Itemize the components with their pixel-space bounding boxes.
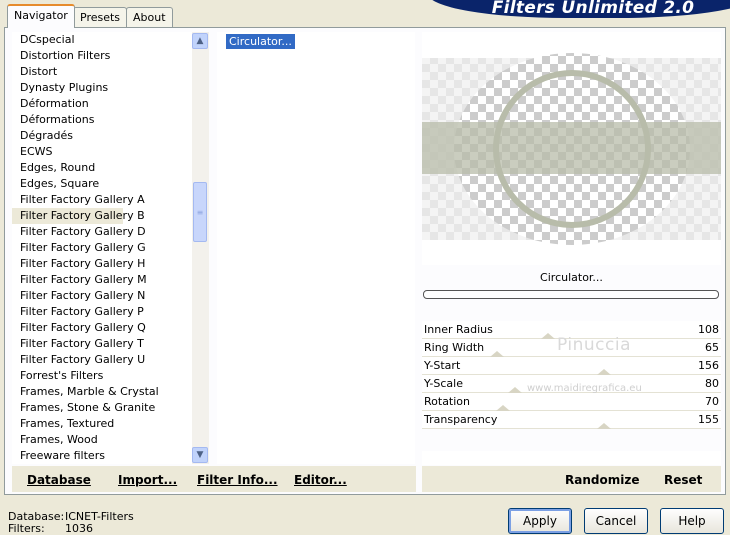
app-title-banner: Filters Unlimited 2.0 bbox=[428, 0, 730, 18]
param-value: 108 bbox=[698, 323, 719, 336]
tab-presets[interactable]: Presets bbox=[73, 7, 128, 27]
status-filters-value: 1036 bbox=[65, 522, 93, 535]
category-item[interactable]: Filter Factory Gallery N bbox=[12, 288, 192, 304]
param-label: Y-Start bbox=[424, 359, 461, 372]
category-item[interactable]: Filter Factory Gallery H bbox=[12, 256, 192, 272]
param-value: 65 bbox=[705, 341, 719, 354]
category-item[interactable]: Edges, Round bbox=[12, 160, 192, 176]
category-item[interactable]: Frames, Wood bbox=[12, 432, 192, 448]
param-label: Inner Radius bbox=[424, 323, 493, 336]
param-label: Transparency bbox=[424, 413, 498, 426]
status-filters: Filters: 1036 bbox=[8, 522, 93, 535]
param-y-start[interactable]: Y-Start 156 bbox=[422, 357, 721, 375]
cancel-button[interactable]: Cancel bbox=[584, 508, 648, 534]
apply-button[interactable]: Apply bbox=[508, 508, 572, 534]
database-button[interactable]: Database bbox=[27, 473, 91, 487]
watermark-url: www.maidiregrafica.eu bbox=[527, 383, 642, 394]
category-item[interactable]: Distortion Filters bbox=[12, 48, 192, 64]
param-value: 70 bbox=[705, 395, 719, 408]
scroll-down-button[interactable]: ▼ bbox=[192, 447, 208, 463]
category-scrollbar[interactable]: ▲ ≡ ▼ bbox=[192, 32, 209, 464]
parameter-spacer bbox=[422, 451, 721, 465]
param-label: Ring Width bbox=[424, 341, 485, 354]
import-button[interactable]: Import... bbox=[118, 473, 177, 487]
randomize-button-row: Randomize Reset bbox=[422, 466, 721, 492]
category-item[interactable]: Filter Factory Gallery U bbox=[12, 352, 192, 368]
param-transparency[interactable]: Transparency 155 bbox=[422, 411, 721, 429]
category-item[interactable]: Filter Factory Gallery M bbox=[12, 272, 192, 288]
category-item[interactable]: Filter Factory Gallery P bbox=[12, 304, 192, 320]
watermark-name: Pinuccia bbox=[557, 335, 631, 355]
category-item[interactable]: Déformation bbox=[12, 96, 192, 112]
category-item[interactable]: Dynasty Plugins bbox=[12, 80, 192, 96]
scroll-up-button[interactable]: ▲ bbox=[192, 33, 208, 49]
category-list[interactable]: DCspecial Distortion Filters Distort Dyn… bbox=[12, 32, 192, 464]
chevron-down-icon: ▼ bbox=[196, 450, 204, 460]
category-item[interactable]: Freeware filters bbox=[12, 448, 192, 464]
chevron-up-icon: ▲ bbox=[196, 36, 204, 46]
category-item[interactable]: Frames, Textured bbox=[12, 416, 192, 432]
tab-about[interactable]: About bbox=[126, 7, 173, 27]
randomize-button[interactable]: Randomize bbox=[565, 473, 639, 487]
category-item[interactable]: Frames, Stone & Granite bbox=[12, 400, 192, 416]
category-item[interactable]: Forrest's Filters bbox=[12, 368, 192, 384]
slider-thumb[interactable] bbox=[597, 423, 611, 429]
reset-button[interactable]: Reset bbox=[664, 473, 702, 487]
param-value: 155 bbox=[698, 413, 719, 426]
category-item[interactable]: Frames, Marble & Crystal bbox=[12, 384, 192, 400]
preview-image bbox=[422, 53, 721, 245]
progress-bar bbox=[423, 290, 719, 299]
category-item[interactable]: Distort bbox=[12, 64, 192, 80]
category-item-selected[interactable]: Filter Factory Gallery B bbox=[12, 208, 145, 224]
category-item[interactable]: DCspecial bbox=[12, 32, 192, 48]
help-button[interactable]: Help bbox=[660, 508, 724, 534]
param-value: 80 bbox=[705, 377, 719, 390]
scroll-thumb[interactable]: ≡ bbox=[193, 182, 207, 242]
param-label: Y-Scale bbox=[424, 377, 463, 390]
category-item[interactable]: Dégradés bbox=[12, 128, 192, 144]
param-label: Rotation bbox=[424, 395, 471, 408]
category-item[interactable]: Filter Factory Gallery T bbox=[12, 336, 192, 352]
filter-list[interactable]: Circulator... bbox=[217, 32, 415, 464]
category-item[interactable]: Déformations bbox=[12, 112, 192, 128]
navigator-button-row: Database Import... Filter Info... Editor… bbox=[12, 466, 416, 492]
status-filters-label: Filters: bbox=[8, 522, 45, 535]
tab-navigator[interactable]: Navigator bbox=[7, 4, 75, 28]
grip-icon: ≡ bbox=[196, 207, 204, 217]
category-item[interactable]: Filter Factory Gallery A bbox=[12, 192, 192, 208]
filter-item-selected[interactable]: Circulator... bbox=[226, 34, 295, 49]
param-value: 156 bbox=[698, 359, 719, 372]
current-filter-name: Circulator... bbox=[540, 271, 603, 284]
category-item[interactable]: ECWS bbox=[12, 144, 192, 160]
editor-button[interactable]: Editor... bbox=[294, 473, 347, 487]
category-item[interactable]: Filter Factory Gallery Q bbox=[12, 320, 192, 336]
category-item[interactable]: Edges, Square bbox=[12, 176, 192, 192]
preview-area bbox=[422, 32, 721, 265]
filter-info-button[interactable]: Filter Info... bbox=[197, 473, 278, 487]
param-rotation[interactable]: Rotation 70 bbox=[422, 393, 721, 411]
category-item[interactable]: Filter Factory Gallery D bbox=[12, 224, 192, 240]
category-item[interactable]: Filter Factory Gallery G bbox=[12, 240, 192, 256]
